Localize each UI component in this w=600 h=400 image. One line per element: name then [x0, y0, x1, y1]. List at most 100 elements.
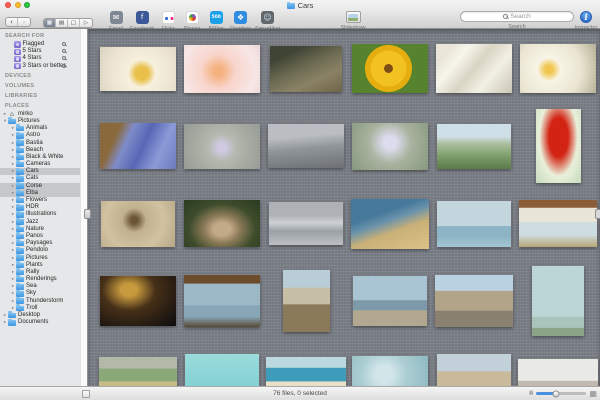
sidebar-item-label: 5 Stars — [23, 48, 42, 55]
sidebar-item-mirko[interactable]: ▸⌂mirko — [0, 111, 80, 118]
sidebar-item-flagged[interactable]: Flagged — [0, 41, 80, 48]
photo-thumbnail[interactable] — [100, 276, 176, 326]
sidebar-item-sea[interactable]: ▸Sea — [0, 283, 80, 290]
sidebar-item-beach[interactable]: ▸Beach — [0, 147, 80, 154]
photo-thumbnail[interactable] — [184, 275, 260, 327]
photo-thumbnail[interactable] — [437, 354, 511, 386]
photo-row — [96, 30, 600, 108]
thumbnail-size-slider[interactable] — [536, 392, 586, 395]
sidebar-item-illustrations[interactable]: ▸Illustrations — [0, 211, 80, 218]
photo-thumbnail[interactable] — [283, 270, 330, 332]
zoom-window-button[interactable] — [24, 2, 30, 8]
photo-thumbnail[interactable] — [353, 276, 427, 326]
sidebar-item-black-white[interactable]: ▸Black & White — [0, 154, 80, 161]
inspector-button[interactable]: i — [580, 11, 592, 23]
photo-thumbnail[interactable] — [352, 356, 428, 386]
photo-thumbnail[interactable] — [99, 357, 177, 386]
search-input[interactable]: Search — [460, 11, 574, 22]
sidebar-item-5-stars[interactable]: 5 Stars — [0, 48, 80, 55]
slider-thumb[interactable] — [553, 390, 560, 397]
layout-browser-button[interactable]: ▤ — [56, 19, 68, 27]
sidebar-item-pictures[interactable]: ▸Pictures — [0, 255, 80, 262]
sidebar-item-hdr[interactable]: ▸HDR — [0, 204, 80, 211]
sidebar-item-documents[interactable]: ▸Documents — [0, 319, 80, 326]
email-icon: ✉ — [110, 11, 123, 24]
photo-thumbnail[interactable] — [352, 123, 428, 170]
sidebar-item-astro[interactable]: ▸Astro — [0, 132, 80, 139]
sidebar-item-pendolo[interactable]: ▸Pendolo — [0, 247, 80, 254]
photo-thumbnail[interactable] — [270, 46, 342, 92]
back-button[interactable]: ‹ — [6, 18, 18, 26]
right-pane-grip[interactable] — [595, 209, 600, 219]
sidebar-item-3-stars-or-better[interactable]: 3 Stars or better — [0, 63, 80, 70]
sidebar-item-jazz[interactable]: ▸Jazz — [0, 219, 80, 226]
sidebar-item-plants[interactable]: ▸Plants — [0, 262, 80, 269]
photo-cell — [432, 354, 516, 386]
close-window-button[interactable] — [5, 2, 11, 8]
sidebar-item-sky[interactable]: ▸Sky — [0, 290, 80, 297]
sidebar-item-renderings[interactable]: ▸Renderings — [0, 276, 80, 283]
sidebar-item-nature[interactable]: ▸Nature — [0, 226, 80, 233]
photo-thumbnail[interactable] — [184, 200, 260, 247]
folder-icon — [8, 119, 16, 125]
photo-thumbnail[interactable] — [184, 45, 260, 93]
sidebar-item-label: Documents — [18, 319, 48, 326]
sidebar-item-corse[interactable]: ▸Corse — [0, 183, 80, 190]
layout-single-button[interactable]: □ — [68, 19, 80, 27]
sidebar-item-elba[interactable]: ▸Elba — [0, 190, 80, 197]
sidebar-item-pictures[interactable]: ▾Pictures — [0, 118, 80, 125]
sidebar-item-panos[interactable]: ▸Panos — [0, 233, 80, 240]
sidebar-item-bastia[interactable]: ▸Bastia — [0, 140, 80, 147]
picasa-icon — [186, 11, 199, 24]
sidebar-item-animals[interactable]: ▸Animals — [0, 125, 80, 132]
photo-thumbnail[interactable] — [532, 266, 584, 336]
content-area: SEARCH FORFlagged5 Stars4 Stars3 Stars o… — [0, 29, 600, 386]
photo-thumbnail[interactable] — [437, 201, 511, 247]
photo-thumbnail[interactable] — [269, 202, 343, 245]
photo-thumbnail[interactable] — [519, 200, 597, 247]
sidebar-item-rally[interactable]: ▸Rally — [0, 269, 80, 276]
sidebar-item-desktop[interactable]: ▸Desktop — [0, 312, 80, 319]
photo-thumbnail[interactable] — [536, 109, 581, 183]
photo-thumbnail[interactable] — [437, 124, 511, 169]
sidebar-item-cars[interactable]: ▸Cars — [0, 168, 80, 175]
photo-thumbnail[interactable] — [268, 124, 344, 168]
photo-thumbnail[interactable] — [351, 199, 429, 249]
sidebar-item-cats[interactable]: ▸Cats — [0, 175, 80, 182]
photo-cell — [180, 275, 264, 327]
photo-thumbnail[interactable] — [184, 124, 260, 169]
photo-thumbnail[interactable] — [185, 354, 259, 386]
forward-button[interactable]: › — [18, 18, 30, 26]
saved-search-icon[interactable] — [62, 49, 66, 53]
minimize-window-button[interactable] — [15, 2, 21, 8]
photo-thumbnail[interactable] — [266, 357, 346, 386]
toolbar: ‹ › Navigator ▦▤□▷ Layout ✉EmailfFaceboo… — [0, 10, 600, 28]
splitter-grip[interactable] — [84, 209, 91, 219]
layout-thumbnails-button[interactable]: ▦ — [44, 19, 56, 27]
photo-thumbnail[interactable] — [100, 47, 176, 91]
photo-thumbnail[interactable] — [518, 359, 598, 386]
sidebar-item-paysages[interactable]: ▸Paysages — [0, 240, 80, 247]
photo-thumbnail[interactable] — [436, 44, 512, 93]
photo-thumbnail[interactable] — [352, 44, 428, 93]
sidebar-item-flowers[interactable]: ▸Flowers — [0, 197, 80, 204]
photo-thumbnail[interactable] — [100, 123, 176, 169]
sidebar-item-cameras[interactable]: ▸Cameras — [0, 161, 80, 168]
slideshow-button[interactable] — [346, 11, 361, 23]
saved-search-icon[interactable] — [62, 64, 66, 68]
sidebar-item-4-stars[interactable]: 4 Stars — [0, 55, 80, 62]
photo-thumbnail[interactable] — [520, 44, 596, 93]
sidebar-item-troll[interactable]: ▸Troll — [0, 305, 80, 312]
sidebar-scrollbar[interactable] — [80, 29, 87, 386]
photo-cell — [264, 357, 348, 386]
layout-presentation-button[interactable]: ▷ — [80, 19, 92, 27]
sidebar-item-thunderstorm[interactable]: ▸Thunderstorm — [0, 298, 80, 305]
photo-thumbnail[interactable] — [101, 201, 175, 247]
photo-thumbnail[interactable] — [435, 275, 513, 327]
photo-cell — [348, 356, 432, 386]
sidebar-resize-grip[interactable] — [82, 390, 90, 398]
sidebar-item-label: Troll — [26, 305, 37, 312]
saved-search-icon[interactable] — [62, 56, 66, 60]
sidebar-item-label: mirko — [18, 111, 33, 118]
saved-search-icon[interactable] — [62, 42, 66, 46]
